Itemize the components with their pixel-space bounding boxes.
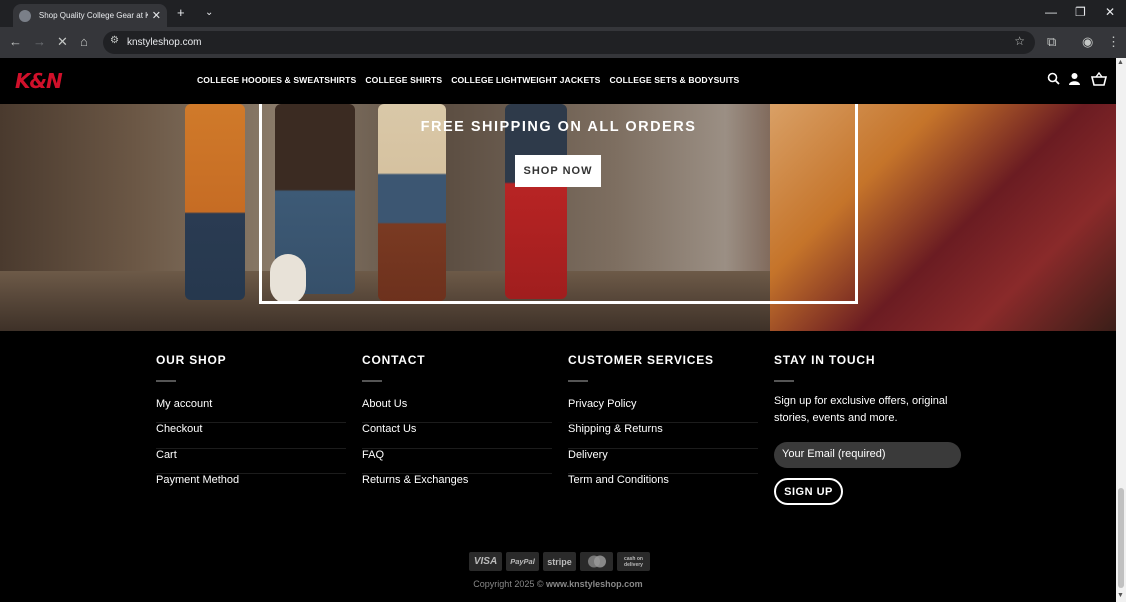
footer-heading: OUR SHOP — [156, 353, 227, 367]
tab-title: Shop Quality College Gear at KN — [38, 11, 148, 20]
promo-heading: FREE SHIPPING ON ALL ORDERS — [420, 119, 697, 135]
footer-link-terms[interactable]: Term and Conditions — [568, 474, 758, 499]
menu-item-sets[interactable]: COLLEGE SETS & BODYSUITS — [609, 75, 739, 85]
search-icon[interactable] — [1047, 72, 1060, 88]
visa-icon: VISA — [469, 552, 502, 571]
browser-tab[interactable]: Shop Quality College Gear at KN ✕ — [13, 4, 167, 27]
stop-icon[interactable]: ✕ — [57, 34, 68, 50]
payment-methods: VISA PayPal stripe cash on delivery — [469, 552, 650, 571]
sign-up-button[interactable]: SIGN UP — [774, 478, 843, 505]
copyright-text: Copyright 2025 © — [473, 579, 546, 589]
menu-item-shirts[interactable]: COLLEGE SHIRTS — [365, 75, 442, 85]
extensions-icon[interactable]: ⧉ — [1047, 34, 1056, 50]
menu-item-jackets[interactable]: COLLEGE LIGHTWEIGHT JACKETS — [451, 75, 600, 85]
footer-link-cart[interactable]: Cart — [156, 449, 346, 474]
heading-divider — [568, 380, 588, 382]
footer-link-shipping-returns[interactable]: Shipping & Returns — [568, 423, 758, 449]
footer-link-contact-us[interactable]: Contact Us — [362, 423, 552, 449]
forward-icon[interactable]: → — [33, 34, 46, 49]
footer-link-delivery[interactable]: Delivery — [568, 449, 758, 474]
newsletter-text: Sign up for exclusive offers, original s… — [774, 395, 948, 424]
shop-now-button[interactable]: SHOP NOW — [515, 155, 601, 187]
scroll-up-icon[interactable]: ▲ — [1117, 59, 1124, 66]
browser-toolbar: ← → ✕ ⌂ ⚙ knstyleshop.com ☆ ⧉ ◉ ⋮ — [0, 27, 1126, 58]
footer-link-payment-method[interactable]: Payment Method — [156, 474, 346, 499]
home-icon[interactable]: ⌂ — [80, 34, 88, 49]
footer-contact: CONTACT About Us Contact Us FAQ Returns … — [362, 353, 552, 499]
browser-tab-bar: Shop Quality College Gear at KN ✕ + ⌄ — … — [0, 0, 1126, 27]
page-scrollbar[interactable]: ▲ ▼ — [1116, 58, 1126, 602]
footer-link-returns[interactable]: Returns & Exchanges — [362, 474, 552, 499]
scrollbar-thumb[interactable] — [1118, 488, 1124, 588]
address-bar[interactable]: ⚙ knstyleshop.com ☆ — [103, 31, 1035, 54]
menu-kebab-icon[interactable]: ⋮ — [1107, 34, 1120, 50]
copyright: Copyright 2025 © www.knstyleshop.com — [0, 579, 1116, 589]
cash-on-delivery-icon: cash on delivery — [617, 552, 650, 571]
back-icon[interactable]: ← — [9, 34, 22, 49]
minimize-icon[interactable]: — — [1045, 5, 1057, 19]
new-tab-icon[interactable]: + — [177, 5, 185, 20]
footer-customer-services: CUSTOMER SERVICES Privacy Policy Shippin… — [568, 353, 758, 499]
footer-link-my-account[interactable]: My account — [156, 398, 346, 424]
account-icon[interactable] — [1068, 72, 1081, 88]
footer-our-shop: OUR SHOP My account Checkout Cart Paymen… — [156, 353, 346, 499]
footer-link-faq[interactable]: FAQ — [362, 449, 552, 474]
heading-divider — [774, 380, 794, 382]
footer-heading: CONTACT — [362, 353, 426, 367]
close-tab-icon[interactable]: ✕ — [152, 9, 161, 22]
stripe-icon: stripe — [543, 552, 576, 571]
menu-item-hoodies[interactable]: COLLEGE HOODIES & SWEATSHIRTS — [197, 75, 356, 85]
copyright-site-link[interactable]: www.knstyleshop.com — [546, 579, 643, 589]
mastercard-icon — [580, 552, 613, 571]
close-window-icon[interactable]: ✕ — [1105, 5, 1115, 19]
footer-link-checkout[interactable]: Checkout — [156, 423, 346, 449]
heading-divider — [156, 380, 176, 382]
hero-banner: FREE SHIPPING ON ALL ORDERS SHOP NOW — [0, 104, 1116, 331]
footer-heading: CUSTOMER SERVICES — [568, 353, 714, 367]
tab-search-icon[interactable]: ⌄ — [205, 7, 213, 18]
footer-link-privacy-policy[interactable]: Privacy Policy — [568, 398, 758, 424]
scroll-down-icon[interactable]: ▼ — [1117, 592, 1124, 599]
profile-icon[interactable]: ◉ — [1082, 34, 1093, 50]
cart-basket-icon[interactable] — [1090, 71, 1108, 89]
heading-divider — [362, 380, 382, 382]
email-input[interactable]: Your Email (required) — [774, 442, 961, 468]
restore-icon[interactable]: ❐ — [1075, 5, 1086, 19]
footer-link-about-us[interactable]: About Us — [362, 398, 552, 424]
main-menu: COLLEGE HOODIES & SWEATSHIRTS COLLEGE SH… — [197, 75, 739, 85]
bookmark-star-icon[interactable]: ☆ — [1014, 34, 1025, 48]
web-page: K&N COLLEGE HOODIES & SWEATSHIRTS COLLEG… — [0, 58, 1116, 602]
site-info-icon[interactable]: ⚙ — [110, 35, 119, 46]
site-logo[interactable]: K&N — [15, 69, 63, 93]
footer-heading: STAY IN TOUCH — [774, 353, 876, 367]
footer-stay-in-touch: STAY IN TOUCH Sign up for exclusive offe… — [774, 353, 964, 505]
url-text: knstyleshop.com — [127, 37, 202, 48]
favicon-icon — [19, 9, 31, 22]
hero-photo-person — [185, 104, 245, 300]
site-header: K&N COLLEGE HOODIES & SWEATSHIRTS COLLEG… — [0, 58, 1116, 104]
paypal-icon: PayPal — [506, 552, 539, 571]
